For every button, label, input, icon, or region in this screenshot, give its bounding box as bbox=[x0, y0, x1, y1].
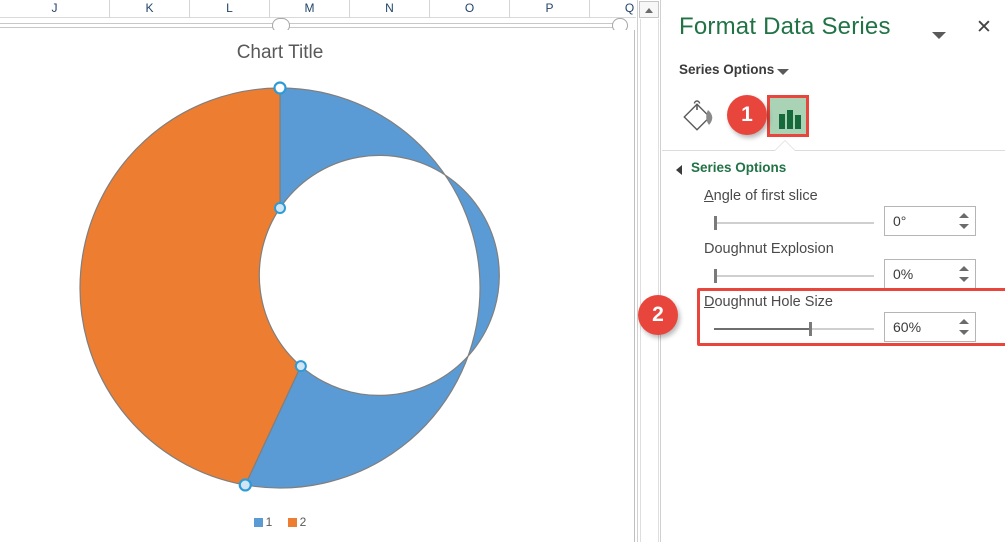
doughnut-svg bbox=[79, 81, 500, 492]
selection-handle-inner-bottom bbox=[294, 360, 307, 373]
worksheet-area: J K L M N O P Q Chart Title 1 2 bbox=[0, 0, 636, 542]
legend-label-1: 1 bbox=[265, 515, 273, 529]
slider-track-angle[interactable] bbox=[714, 222, 874, 224]
series-options-dropdown-label[interactable]: Series Options bbox=[679, 62, 774, 77]
column-header-p[interactable]: P bbox=[510, 0, 590, 17]
scroll-up-button[interactable] bbox=[639, 1, 659, 18]
column-header-j[interactable]: J bbox=[0, 0, 110, 17]
callout-badge-2: 2 bbox=[638, 295, 678, 335]
column-header-k[interactable]: K bbox=[110, 0, 190, 17]
vscroll-thumb[interactable] bbox=[640, 19, 659, 542]
spinner-up-icon-explosion[interactable] bbox=[959, 266, 969, 271]
column-header-m[interactable]: M bbox=[270, 0, 350, 17]
vertical-scrollbar[interactable] bbox=[637, 0, 661, 542]
chart-object[interactable]: Chart Title 1 2 bbox=[0, 30, 635, 542]
spinner-buttons-explosion[interactable] bbox=[954, 262, 972, 286]
column-header-o[interactable]: O bbox=[430, 0, 510, 17]
column-header-l[interactable]: L bbox=[190, 0, 270, 17]
chevron-down-icon[interactable] bbox=[932, 32, 946, 39]
legend-item-1[interactable]: 1 bbox=[253, 515, 273, 529]
excel-window: J K L M N O P Q Chart Title 1 2 Format D… bbox=[0, 0, 1005, 542]
column-header-q[interactable]: Q bbox=[590, 0, 636, 17]
selection-handle-outer-bottom bbox=[238, 478, 252, 492]
spinner-doughnut-explosion[interactable]: 0% bbox=[884, 259, 976, 289]
slider-track-explosion[interactable] bbox=[714, 275, 874, 277]
slider-doughnut-explosion[interactable] bbox=[714, 269, 874, 283]
tab-series-options-bg bbox=[773, 101, 803, 131]
spinner-angle-of-first-slice[interactable]: 0° bbox=[884, 206, 976, 236]
spinner-down-icon-angle[interactable] bbox=[959, 224, 969, 229]
hscroll-track[interactable] bbox=[0, 23, 622, 28]
triangle-collapse-icon[interactable] bbox=[676, 165, 682, 175]
chart-title[interactable]: Chart Title bbox=[0, 42, 560, 64]
legend-swatch-1 bbox=[253, 518, 263, 527]
legend-item-2[interactable]: 2 bbox=[287, 515, 307, 529]
chevron-down-icon-2[interactable] bbox=[777, 69, 789, 75]
label-accel-a: A bbox=[704, 188, 714, 204]
legend-swatch-2 bbox=[287, 518, 297, 527]
scroll-up-arrow-icon bbox=[645, 8, 653, 13]
active-tab-pointer bbox=[775, 141, 795, 151]
selection-handle-outer-top bbox=[273, 81, 287, 95]
section-title-series-options: Series Options bbox=[691, 160, 787, 175]
paint-bucket-icon bbox=[683, 100, 713, 131]
chart-legend[interactable]: 1 2 bbox=[0, 515, 560, 529]
doughnut-chart-plot[interactable] bbox=[40, 78, 520, 498]
label-angle-of-first-slice: Angle of first slice bbox=[704, 188, 818, 204]
spinner-buttons-angle[interactable] bbox=[954, 209, 972, 233]
label-doughnut-explosion: Doughnut Explosion bbox=[704, 241, 834, 257]
spinner-down-icon-explosion[interactable] bbox=[959, 277, 969, 282]
pane-title: Format Data Series bbox=[679, 13, 891, 40]
bar-chart-icon bbox=[779, 110, 801, 129]
label-text-angle: ngle of first slice bbox=[713, 188, 818, 204]
column-header-row: J K L M N O P Q bbox=[0, 0, 636, 17]
tab-series-options[interactable] bbox=[767, 95, 809, 137]
spinner-value-angle[interactable]: 0° bbox=[893, 207, 906, 235]
close-icon[interactable]: ✕ bbox=[974, 18, 994, 38]
selection-handle-inner-top bbox=[274, 202, 286, 214]
spinner-value-explosion[interactable]: 0% bbox=[893, 260, 913, 288]
slice-series-1 bbox=[244, 87, 500, 489]
pane-tab-divider bbox=[662, 150, 1005, 151]
tab-fill-and-line[interactable] bbox=[682, 96, 724, 136]
slider-angle-of-first-slice[interactable] bbox=[714, 216, 874, 230]
slice-series-2 bbox=[79, 87, 302, 486]
slider-thumb-explosion[interactable] bbox=[714, 269, 717, 283]
column-header-n[interactable]: N bbox=[350, 0, 430, 17]
callout-badge-1: 1 bbox=[727, 95, 767, 135]
slider-thumb-angle[interactable] bbox=[714, 216, 717, 230]
spinner-up-icon-angle[interactable] bbox=[959, 213, 969, 218]
pane-tab-row bbox=[662, 90, 1005, 146]
legend-label-2: 2 bbox=[299, 515, 307, 529]
highlight-box-doughnut-hole-size bbox=[697, 288, 1005, 346]
format-data-series-pane: Format Data Series ✕ Series Options Seri… bbox=[662, 0, 1005, 542]
